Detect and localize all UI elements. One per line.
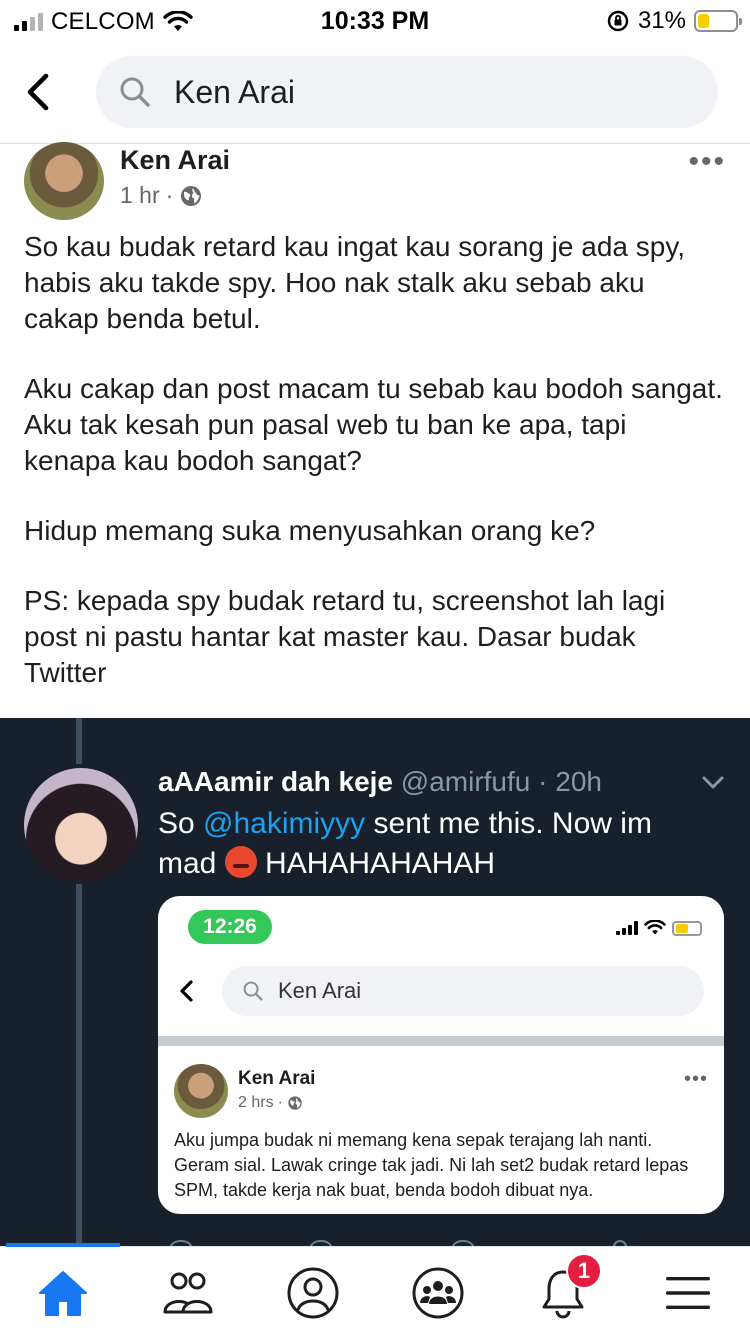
embedded-meta: 2 hrs ·: [238, 1094, 303, 1112]
chevron-down-icon: [702, 776, 724, 789]
battery-level: [698, 14, 709, 28]
bottom-nav: 1: [0, 1243, 750, 1334]
battery-percent: 31%: [637, 7, 686, 34]
battery-icon: [672, 920, 702, 936]
search-input[interactable]: Ken Arai: [96, 56, 718, 128]
globe-icon: [288, 1096, 302, 1110]
profile-icon: [287, 1267, 339, 1319]
tweet-text-end: HAHAHAHAHAH: [256, 847, 496, 880]
embedded-search-query: Ken Arai: [278, 978, 362, 1003]
post-paragraph: PS: kepada spy budak retard tu, screensh…: [24, 585, 666, 688]
tweet-avatar: [24, 768, 138, 882]
tweet-text-start: So: [158, 807, 204, 840]
angry-face-icon: [224, 846, 257, 878]
embedded-author-avatar: [174, 1064, 228, 1118]
groups-icon: [412, 1267, 464, 1319]
status-right: 31%: [606, 7, 742, 35]
nav-menu[interactable]: [658, 1265, 718, 1321]
tweet-text: So @hakimiyyy sent me this. Now im mad H…: [158, 804, 698, 884]
post-time[interactable]: 1 hr: [120, 182, 160, 209]
post-author[interactable]: Ken Arai: [120, 145, 230, 176]
post-body: So kau budak retard kau ingat kau sorang…: [24, 229, 724, 725]
battery-icon: [694, 10, 742, 32]
tweet-display-name: aAAamir dah keje: [158, 766, 393, 797]
search-icon: [120, 77, 150, 107]
wifi-icon: [644, 920, 666, 935]
post-image-tweet[interactable]: aAAamir dah keje @amirfufu · 20h So @hak…: [0, 718, 750, 1248]
tweet-mention: @hakimiyyy: [203, 807, 366, 840]
post-meta: 1 hr ·: [120, 182, 203, 209]
tweet-header: aAAamir dah keje @amirfufu · 20h: [158, 766, 602, 798]
nav-profile[interactable]: [283, 1265, 343, 1321]
search-query: Ken Arai: [174, 73, 295, 110]
embedded-status-time: 12:26: [188, 910, 272, 944]
embedded-status-icons: [616, 920, 702, 936]
embedded-author: Ken Arai: [238, 1068, 316, 1089]
home-icon: [39, 1271, 87, 1316]
back-chevron-icon[interactable]: [24, 72, 54, 112]
nav-groups[interactable]: [408, 1265, 468, 1321]
tweet-time: 20h: [555, 766, 602, 797]
thread-line: [76, 884, 82, 1248]
embedded-post-body: Aku jumpa budak ni memang kena sepak ter…: [174, 1130, 689, 1200]
notification-badge: 1: [566, 1253, 602, 1289]
more-options-icon[interactable]: •••: [688, 147, 726, 177]
meta-separator: ·: [165, 182, 174, 208]
post-header: Ken Arai 1 hr · •••: [0, 142, 750, 222]
embedded-more-icon: •••: [683, 1068, 708, 1090]
embedded-screenshot: 12:26 Ken Arai Ken Arai 2 hrs · ••• Aku …: [158, 896, 724, 1214]
friends-icon: [163, 1272, 213, 1314]
embedded-time: 2 hrs: [238, 1094, 274, 1111]
rotation-lock-icon: [607, 10, 629, 32]
embedded-divider: [158, 1036, 724, 1046]
search-icon: [243, 981, 263, 1001]
globe-icon: [181, 185, 202, 206]
signal-icon: [616, 921, 638, 935]
nav-home[interactable]: [33, 1265, 93, 1321]
tweet-separator: ·: [538, 766, 548, 797]
post-paragraph: Aku cakap dan post macam tu sebab kau bo…: [24, 373, 723, 476]
post-paragraph: Hidup memang suka menyusahkan orang ke?: [24, 515, 596, 546]
menu-icon: [666, 1277, 710, 1309]
embedded-separator: ·: [277, 1094, 283, 1111]
back-chevron-icon: [180, 980, 193, 1002]
search-header: Ken Arai: [0, 48, 750, 144]
thread-line: [76, 718, 82, 764]
post-paragraph: So kau budak retard kau ingat kau sorang…: [24, 231, 686, 334]
embedded-search-bar: Ken Arai: [222, 966, 704, 1016]
status-bar: CELCOM 10:33 PM 31%: [0, 0, 750, 40]
nav-friends[interactable]: [158, 1265, 218, 1321]
author-avatar[interactable]: [24, 142, 104, 220]
tweet-handle: @amirfufu: [400, 766, 531, 797]
active-tab-indicator: [6, 1243, 120, 1247]
